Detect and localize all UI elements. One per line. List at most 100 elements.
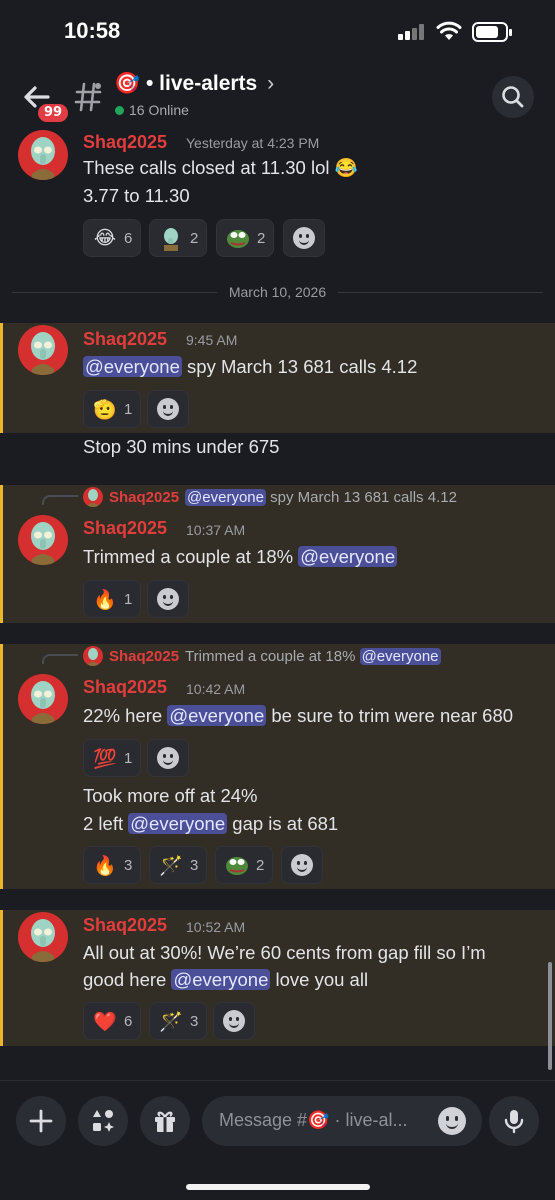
emoji-picker-icon[interactable] xyxy=(438,1107,466,1135)
chevron-right-icon: › xyxy=(267,72,275,95)
message-composer: Message #🎯 · live-al... xyxy=(0,1080,555,1200)
reaction[interactable]: 🫡 1 xyxy=(83,390,142,428)
pepe-sticker-icon xyxy=(226,857,248,875)
timestamp: 10:42 AM xyxy=(186,681,246,697)
add-reaction-button[interactable] xyxy=(147,390,189,428)
reaction-count: 3 xyxy=(190,1012,199,1030)
author-name[interactable]: Shaq2025 xyxy=(83,518,167,539)
message[interactable]: Shaq2025 9:45 AM @everyone spy March 13 … xyxy=(0,323,555,433)
status-bar: 10:58 xyxy=(0,0,555,60)
add-reaction-button[interactable] xyxy=(281,846,323,884)
apps-button[interactable] xyxy=(78,1096,128,1146)
avatar[interactable] xyxy=(18,130,68,180)
reply-author: Shaq2025 xyxy=(109,647,180,665)
date-divider: March 10, 2026 xyxy=(0,282,555,301)
reaction-count: 1 xyxy=(124,749,133,767)
reaction[interactable]: 2 xyxy=(215,846,274,884)
channel-hash-icon xyxy=(74,82,102,112)
scrollbar[interactable] xyxy=(548,962,552,1070)
avatar[interactable] xyxy=(18,515,68,565)
online-count: 16 Online xyxy=(115,102,189,118)
reaction[interactable]: 😂 6 xyxy=(83,219,142,257)
clock: 10:58 xyxy=(64,18,121,43)
unread-badge: 99 xyxy=(35,101,71,125)
reaction-count: 6 xyxy=(124,1012,133,1030)
message-line: 3.77 to 11.30 xyxy=(83,185,190,206)
mention[interactable]: @everyone xyxy=(171,969,271,990)
reaction-count: 2 xyxy=(257,229,266,247)
reply-preview[interactable]: Shaq2025 @everyone spy March 13 681 call… xyxy=(83,487,457,507)
author-name[interactable]: Shaq2025 xyxy=(83,132,167,153)
timestamp: 10:37 AM xyxy=(186,522,246,538)
home-indicator xyxy=(186,1184,370,1190)
mention[interactable]: @everyone xyxy=(128,813,228,834)
add-reaction-icon xyxy=(291,854,313,876)
channel-title[interactable]: 🎯 • live-alerts › xyxy=(114,72,274,96)
reaction-count: 1 xyxy=(124,400,133,418)
pepe-sticker-icon xyxy=(227,230,249,248)
search-button[interactable] xyxy=(492,76,534,118)
reaction[interactable]: 💯 1 xyxy=(83,739,142,777)
attach-button[interactable] xyxy=(16,1096,66,1146)
reaction-count: 2 xyxy=(256,856,265,874)
add-reaction-button[interactable] xyxy=(213,1002,255,1040)
message[interactable]: Shaq2025 Yesterday at 4:23 PM These call… xyxy=(0,130,555,282)
message-body: Trimmed a couple at 18% @everyone xyxy=(83,546,398,567)
voice-message-button[interactable] xyxy=(489,1096,539,1146)
fire-emoji-icon: 🔥 xyxy=(93,854,117,877)
add-reaction-icon xyxy=(157,747,179,769)
avatar[interactable] xyxy=(18,325,68,375)
message[interactable]: Shaq2025 10:52 AM All out at 30%! We’re … xyxy=(0,910,555,1046)
add-reaction-icon xyxy=(157,398,179,420)
timestamp: 9:45 AM xyxy=(186,332,238,348)
reaction[interactable]: 🔥 1 xyxy=(83,580,142,618)
reply-preview[interactable]: Shaq2025 Trimmed a couple at 18% @everyo… xyxy=(83,646,441,666)
reply-spine xyxy=(42,495,78,505)
add-reaction-button[interactable] xyxy=(147,580,189,618)
reply-text: Trimmed a couple at 18% @everyone xyxy=(185,647,441,665)
add-reaction-icon xyxy=(157,588,179,610)
reply-avatar xyxy=(83,646,103,666)
mention[interactable]: @everyone xyxy=(83,356,182,377)
gift-button[interactable] xyxy=(140,1096,190,1146)
message-body: @everyone spy March 13 681 calls 4.12 xyxy=(83,356,418,377)
message-body: good here @everyone love you all xyxy=(83,969,369,990)
battery-icon xyxy=(472,22,512,42)
message[interactable]: Shaq2025 Trimmed a couple at 18% @everyo… xyxy=(0,644,555,889)
reaction-count: 3 xyxy=(190,856,199,874)
message[interactable]: Shaq2025 @everyone spy March 13 681 call… xyxy=(0,485,555,623)
online-dot-icon xyxy=(115,106,124,115)
reply-spine xyxy=(42,654,78,664)
message-line: Took more off at 24% xyxy=(83,785,258,806)
add-reaction-button[interactable] xyxy=(283,219,325,257)
message-body: 22% here @everyone be sure to trim were … xyxy=(83,705,514,726)
mention[interactable]: @everyone xyxy=(298,546,398,567)
mention[interactable]: @everyone xyxy=(167,705,267,726)
message-body: 2 left @everyone gap is at 681 xyxy=(83,813,339,834)
reaction[interactable]: ❤️ 6 xyxy=(83,1002,142,1040)
reaction[interactable]: 🪄 3 xyxy=(149,846,208,884)
avatar[interactable] xyxy=(18,912,68,962)
magic-wand-emoji-icon: 🪄 xyxy=(159,854,183,877)
cell-signal-icon xyxy=(398,24,424,40)
author-name[interactable]: Shaq2025 xyxy=(83,915,167,936)
message-input[interactable]: Message #🎯 · live-al... xyxy=(202,1096,482,1146)
reaction[interactable]: 🔥 3 xyxy=(83,846,142,884)
reaction-count: 6 xyxy=(124,229,133,247)
author-name[interactable]: Shaq2025 xyxy=(83,677,167,698)
add-reaction-icon xyxy=(223,1010,245,1032)
microphone-icon xyxy=(504,1110,524,1134)
reaction[interactable]: 2 xyxy=(216,219,275,257)
reaction-count: 1 xyxy=(124,590,133,608)
reply-text: @everyone spy March 13 681 calls 4.12 xyxy=(185,488,457,506)
reaction[interactable]: 🪄 3 xyxy=(149,1002,208,1040)
reaction-count: 2 xyxy=(190,229,199,247)
add-reaction-button[interactable] xyxy=(147,739,189,777)
reply-avatar xyxy=(83,487,103,507)
message-line: All out at 30%! We’re 60 cents from gap … xyxy=(83,942,486,963)
message-line: These calls closed at 11.30 lol 😂 xyxy=(83,157,358,178)
avatar[interactable] xyxy=(18,674,68,724)
author-name[interactable]: Shaq2025 xyxy=(83,329,167,350)
reaction[interactable]: 2 xyxy=(149,219,208,257)
message-placeholder: Message #🎯 · live-al... xyxy=(219,1110,408,1130)
